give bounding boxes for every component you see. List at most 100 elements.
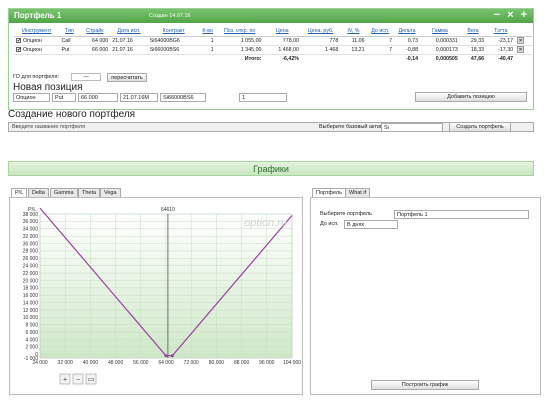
x-tick-label: 88 000 [234,360,250,366]
col-header[interactable]: Страйк [79,27,111,37]
type-select[interactable]: Put [52,93,76,102]
portfolio-controls[interactable]: − × + [494,10,529,21]
zoom-reset-icon-glyph: ▭ [88,377,95,384]
row-checkbox[interactable]: ✔ [16,37,21,43]
y-axis-label: P/L [28,207,36,213]
recalculate-button[interactable]: пересчитать [107,73,147,82]
x-tick-label: 48 000 [108,360,124,366]
col-header-actions [515,27,532,37]
col-header[interactable]: IV, % [340,27,367,37]
go-label: ГО для портфеля: [13,74,60,80]
total-cell [367,54,394,63]
y-tick-label: 4 000 [25,337,38,343]
cell-text: Опцион [23,37,42,44]
graphs-header: Графики [8,161,534,176]
cell-days: 7 [366,45,395,55]
x-tick-label: 104 000 [283,360,301,366]
contract-select[interactable]: Si66000BS6 [160,93,206,102]
pl-point [164,354,168,358]
cell-price: 778,00 [263,36,301,46]
col-header[interactable]: Гамма [420,27,460,37]
cell-strike: 66 000 [79,45,111,55]
col-header[interactable]: Вега [459,27,487,37]
col-header[interactable]: Дата исп. [110,27,148,37]
col-header[interactable]: Тэтта [486,27,516,37]
cell-open: 1 055,00 [215,36,264,46]
total-cell: 0,000505 [435,55,458,62]
total-cell: -40,47 [498,55,514,62]
total-cell: Итого: [244,55,262,62]
remove-position-icon[interactable]: ✕ [517,37,525,44]
cell-delta: 0,73 [394,36,421,46]
col-header[interactable]: К-во [199,27,216,37]
remove-position-icon[interactable]: ✕ [517,46,525,53]
asset-select[interactable]: Si [381,123,443,132]
cell-remove: ✕ [515,36,532,46]
y-tick-label: 24 000 [23,263,39,269]
y-tick-label: 12 000 [23,308,39,314]
y-tick-label: -1 000 [24,356,38,362]
positions-table: Инструмент Тип Страйк Дата исп. Контракт К-во… [14,27,532,63]
pl-chart: 24 000 32 000 40 000 48 000 56 000 64 000 72 0… [23,207,301,385]
cell-text: Опцион [23,46,42,53]
col-header[interactable]: До исп. [366,27,395,37]
chart-settings-panel: Выберите портфель Портфель 1 До исп. В д… [310,197,541,395]
x-tick-label: 72 000 [184,360,200,366]
x-tick-label: 40 000 [83,360,99,366]
col-header[interactable]: Дельта [394,27,421,37]
portfolio-select[interactable]: Портфель 1 [394,210,529,219]
new-portfolio-row: Введите название портфеля Выберите базов… [8,122,534,132]
col-header[interactable]: Поз. откр. по [215,27,264,37]
create-portfolio-button[interactable]: Создать портфель [449,122,511,132]
qty-input[interactable]: 1 [239,93,287,102]
x-tick-label: 56 000 [133,360,149,366]
total-cell [340,54,366,63]
cell-delta: -0,88 [394,45,421,55]
build-chart-button[interactable]: Построить график [371,380,479,390]
y-tick-label: 16 000 [23,293,39,299]
add-position-button[interactable]: Добавить позицию [415,92,527,102]
col-header[interactable]: Инструмент [14,27,60,37]
cell-instrument: ✔ Опцион [14,45,60,55]
go-value: — [71,73,101,81]
x-tick-label: 80 000 [209,360,225,366]
y-tick-label: 36 000 [23,219,39,225]
cell-iv: 11,06 [340,36,367,46]
price-marker-label: 64610 [161,207,175,213]
cell-price: 1 468,00 [263,45,301,55]
zoom-out-icon-glyph: − [76,377,80,384]
portfolio-name-input[interactable]: Введите название портфеля [12,124,85,130]
y-tick-label: 2 000 [25,345,38,351]
cell-date: 21.07.16 [110,45,148,55]
x-tick-label: 96 000 [259,360,275,366]
totals-row: Итого: -6,42% -0,14 0,000505 47,66 -40,47 [14,54,532,63]
date-select[interactable]: 21.07.16M [120,93,158,102]
cell-type: Call [59,36,80,46]
portfolio-title-bar: Портфель 1 Создан 14.07.16 − × + [9,9,533,23]
portfolio-select-label: Выберите портфель [320,211,372,217]
col-header[interactable]: Цена [263,27,301,37]
y-tick-label: 26 000 [23,256,39,262]
total-cell [148,54,200,63]
pl-point [170,354,174,358]
y-tick-label: 20 000 [23,278,39,284]
strike-select[interactable]: 66 000 [78,93,118,102]
expiry-select[interactable]: В днях [344,220,398,229]
col-header[interactable]: Контракт [147,27,200,37]
col-header[interactable]: Тип [59,27,80,37]
y-tick-label: 18 000 [23,286,39,292]
instrument-select[interactable]: Опцион [13,93,50,102]
cell-vega: 18,33 [459,45,487,55]
cell-iv: 13,21 [340,45,367,55]
chart-panel: 24 000 32 000 40 000 48 000 56 000 64 000 72 0… [9,197,303,395]
cell-days: 7 [366,36,395,46]
total-cell: -6,42% [282,55,299,62]
new-portfolio-title: Создание нового портфеля [8,109,136,120]
row-checkbox[interactable]: ✔ [16,46,21,52]
cell-strike: 64 000 [79,36,111,46]
y-tick-label: 6 000 [25,330,38,336]
cell-price_rub: 1 468 [301,45,341,55]
y-tick-label: 28 000 [23,249,39,255]
total-cell [301,54,340,63]
col-header[interactable]: Цена, руб. [301,27,341,37]
